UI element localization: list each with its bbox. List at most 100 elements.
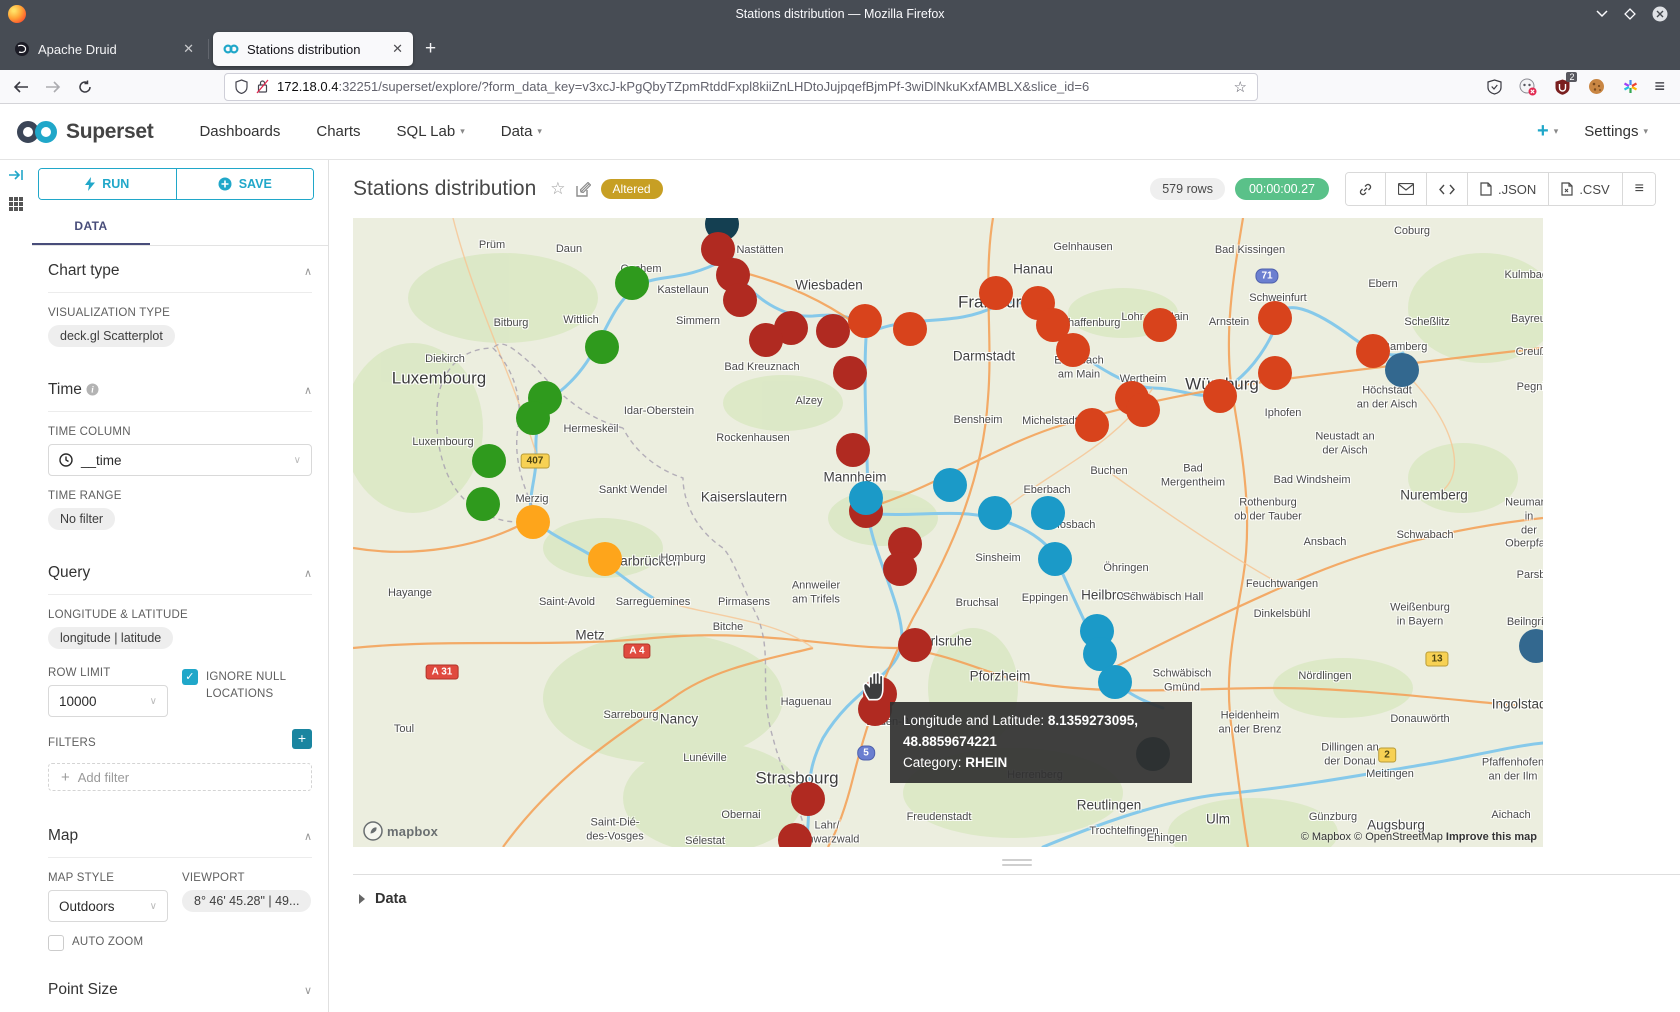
scatter-point-main[interactable] [848, 304, 882, 338]
viewport-value[interactable]: 8° 46' 45.28" | 49... [182, 890, 311, 912]
scatter-point-rhein[interactable] [749, 323, 783, 357]
scatter-point-neckar[interactable] [933, 468, 967, 502]
scatter-point-main[interactable] [1203, 379, 1237, 413]
map-attribution[interactable]: © Mapbox © OpenStreetMap Improve this ma… [1301, 831, 1537, 843]
nav-dashboards[interactable]: Dashboards [181, 123, 298, 140]
maximize-icon[interactable] [1624, 8, 1636, 20]
expand-panel-icon[interactable] [8, 168, 24, 182]
scatter-point-main[interactable] [1075, 408, 1109, 442]
auto-zoom-checkbox[interactable] [48, 935, 64, 951]
add-new-button[interactable]: +▾ [1537, 120, 1558, 143]
close-icon[interactable] [1652, 6, 1668, 22]
scatter-point-rhein[interactable] [898, 628, 932, 662]
scatter-point-rhein[interactable] [833, 356, 867, 390]
scatter-point-rhein[interactable] [883, 552, 917, 586]
back-button[interactable] [8, 74, 34, 100]
map-canvas[interactable]: PrümDaunCochemKastellaunNastättenWiesbad… [353, 218, 1543, 847]
scatter-point-neckar[interactable] [978, 496, 1012, 530]
scatter-point-mosel[interactable] [585, 330, 619, 364]
scatter-point-main[interactable] [979, 276, 1013, 310]
export-csv-button[interactable]: .CSV [1549, 173, 1622, 205]
tab-apache-druid[interactable]: Apache Druid ✕ [4, 32, 204, 66]
ublock-icon[interactable]: 2 [1552, 77, 1572, 97]
nav-data[interactable]: Data▾ [483, 123, 560, 140]
email-button[interactable] [1386, 173, 1427, 205]
minimize-icon[interactable] [1596, 10, 1608, 18]
scatter-point-rhein[interactable] [723, 283, 757, 317]
pocket-shield-icon[interactable] [1484, 77, 1504, 97]
scatter-point-mosel[interactable] [472, 444, 506, 478]
data-results-panel: Data [353, 874, 1680, 1004]
scatter-point-donau[interactable] [1385, 353, 1419, 387]
section-chart-type[interactable]: Chart type∧ [48, 246, 312, 293]
section-map[interactable]: Map∧ [48, 811, 312, 858]
add-filter-plus-button[interactable]: + [292, 729, 312, 749]
dataset-grid-icon[interactable] [8, 196, 24, 212]
insecure-lock-icon[interactable] [256, 79, 269, 94]
scatter-point-saar[interactable] [516, 505, 550, 539]
scatter-point-main[interactable] [1143, 308, 1177, 342]
copy-link-button[interactable] [1346, 173, 1386, 205]
time-range-value[interactable]: No filter [48, 508, 115, 530]
scatter-point-rhein[interactable] [816, 314, 850, 348]
scatter-point-main[interactable] [893, 312, 927, 346]
tab-close-icon[interactable]: ✕ [183, 41, 194, 57]
export-json-button[interactable]: .JSON [1468, 173, 1549, 205]
nav-charts[interactable]: Charts [298, 123, 378, 140]
time-column-select[interactable]: __time ∨ [48, 444, 312, 476]
scatter-point-main[interactable] [1056, 333, 1090, 367]
data-panel-toggle[interactable]: Data [359, 891, 1680, 907]
reload-button[interactable] [72, 74, 98, 100]
edit-properties-icon[interactable] [576, 182, 591, 197]
altered-badge[interactable]: Altered [601, 179, 663, 199]
scatter-point-neckar[interactable] [849, 481, 883, 515]
scatter-point-neckar[interactable] [1098, 665, 1132, 699]
scatter-point-main[interactable] [1258, 356, 1292, 390]
filters-label: FILTERS [48, 737, 96, 749]
run-button[interactable]: RUN [39, 169, 177, 199]
scatter-point-neckar[interactable] [1038, 542, 1072, 576]
superset-logo[interactable]: Superset [16, 119, 153, 145]
scatter-point-main[interactable] [1258, 301, 1292, 335]
add-filter-dropzone[interactable]: + Add filter [48, 763, 312, 791]
section-time[interactable]: Time i ∧ [48, 365, 312, 412]
row-limit-select[interactable]: 10000 ∨ [48, 685, 168, 717]
cookie-icon[interactable] [1586, 77, 1606, 97]
chart-menu-button[interactable]: ≡ [1623, 173, 1655, 205]
scatter-point-main[interactable] [1126, 393, 1160, 427]
scatter-point-mosel[interactable] [516, 401, 550, 435]
bookmark-star-icon[interactable]: ☆ [1234, 78, 1247, 96]
scatter-point-mosel[interactable] [615, 266, 649, 300]
tracking-shield-icon[interactable] [235, 79, 248, 94]
viz-type-value[interactable]: deck.gl Scatterplot [48, 325, 175, 347]
scatter-point-saar[interactable] [588, 542, 622, 576]
road-shield: 71 [1255, 269, 1278, 284]
url-bar[interactable]: 172.18.0.4:32251/superset/explore/?form_… [224, 73, 1258, 101]
scatter-point-rhein[interactable] [836, 433, 870, 467]
nav-sql-lab[interactable]: SQL Lab▾ [379, 123, 483, 140]
tab-stations-distribution[interactable]: Stations distribution ✕ [213, 32, 413, 66]
lonlat-value[interactable]: longitude | latitude [48, 627, 173, 649]
pinwheel-extension-icon[interactable] [1620, 77, 1640, 97]
scatter-point-neckar[interactable] [1031, 496, 1065, 530]
scatter-point-rhein[interactable] [791, 782, 825, 816]
mask-extension-icon[interactable] [1518, 77, 1538, 97]
scatter-point-donau[interactable] [1519, 629, 1543, 663]
mapbox-logo[interactable]: mapbox [363, 821, 438, 841]
map-style-select[interactable]: Outdoors ∨ [48, 890, 168, 922]
scatter-point-mosel[interactable] [466, 487, 500, 521]
save-button[interactable]: SAVE [177, 169, 314, 199]
scatter-point-main[interactable] [1356, 334, 1390, 368]
ignore-null-checkbox[interactable]: ✓ [182, 669, 198, 685]
favorite-star-icon[interactable]: ☆ [550, 179, 565, 199]
embed-code-button[interactable] [1427, 173, 1468, 205]
tab-close-icon[interactable]: ✕ [392, 41, 403, 57]
tab-data[interactable]: DATA [32, 210, 150, 245]
section-point-size[interactable]: Point Size∨ [48, 965, 312, 1011]
section-query[interactable]: Query∧ [48, 548, 312, 595]
panel-resize-handle[interactable] [1002, 859, 1032, 866]
new-tab-button[interactable]: + [413, 38, 448, 60]
forward-button[interactable] [40, 74, 66, 100]
menu-icon[interactable]: ≡ [1654, 76, 1664, 97]
settings-menu[interactable]: Settings▾ [1584, 123, 1648, 140]
